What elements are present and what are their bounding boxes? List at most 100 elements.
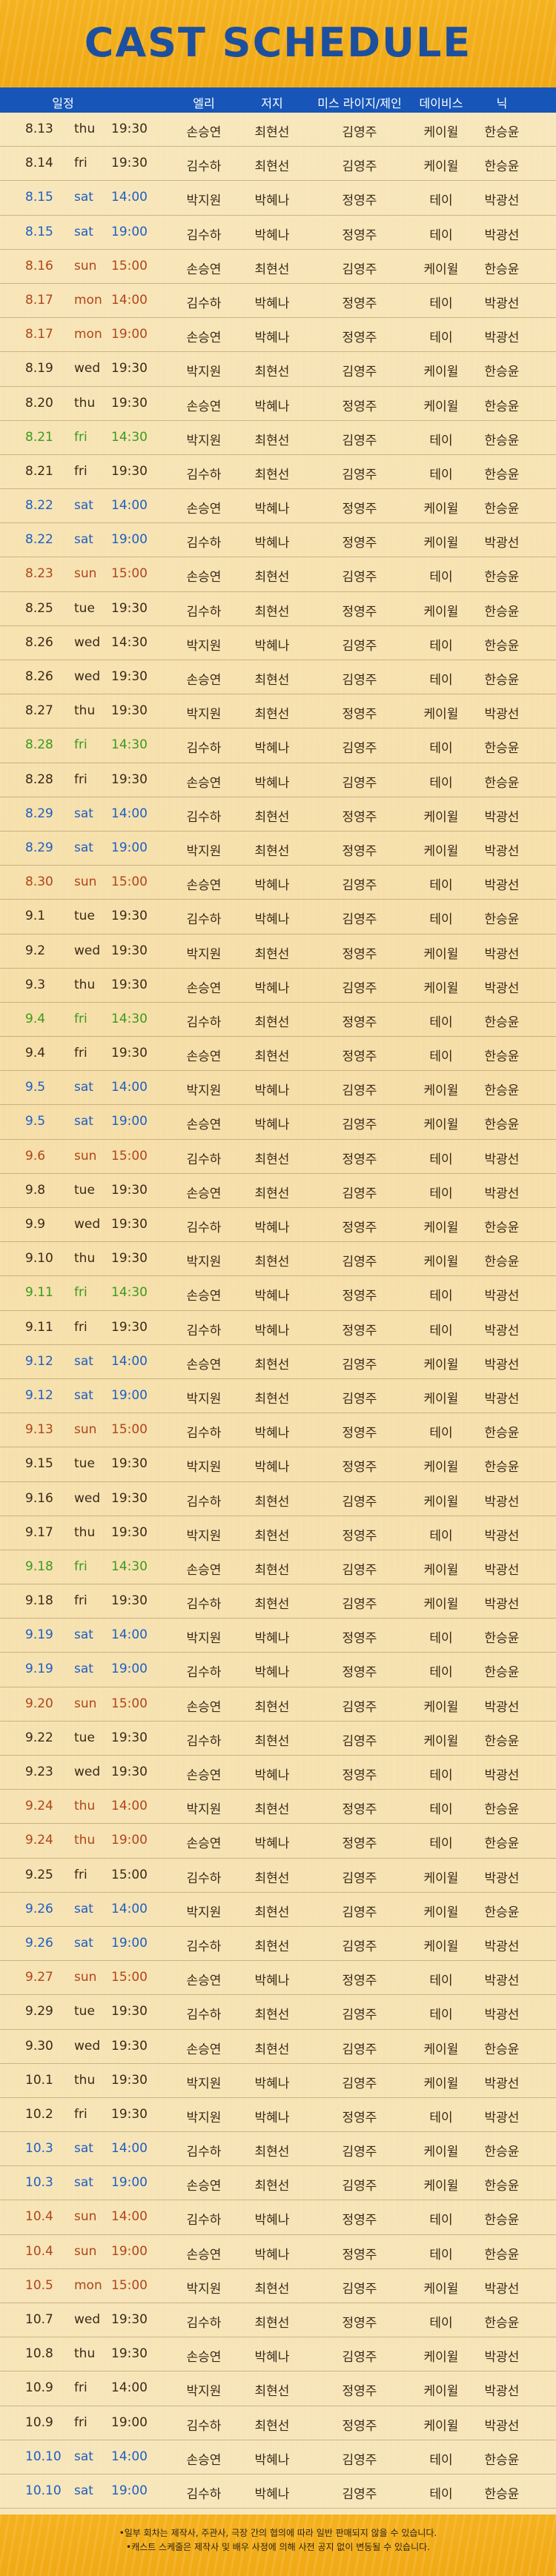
day: thu [74, 395, 96, 411]
miss-rizzy-jane-cast: 정영주 [342, 2110, 377, 2125]
nick-cast: 한승윤 [484, 159, 520, 175]
schedule-row: 8.21 fri 14:30 박지원 최현선 김영주 테이 한승윤 [0, 421, 556, 455]
miss-rizzy-jane-cast: 김영주 [342, 2281, 377, 2297]
nick-cast: 한승윤 [484, 433, 520, 448]
nick-cast: 한승윤 [484, 1083, 520, 1099]
schedule-row: 9.17 thu 19:30 박지원 최현선 정영주 테이 박광선 [0, 1516, 556, 1550]
judge-cast: 박혜나 [254, 2110, 290, 2125]
date: 10.4 [25, 2209, 53, 2225]
judge-cast: 박혜나 [254, 912, 290, 928]
date: 9.5 [25, 1114, 46, 1129]
miss-rizzy-jane-cast: 김영주 [342, 673, 377, 688]
day: fri [74, 737, 87, 753]
day: tue [74, 1182, 95, 1198]
judge-cast: 최현선 [254, 809, 290, 825]
schedule-row: 9.23 wed 19:30 손승연 박혜나 정영주 테이 박광선 [0, 1756, 556, 1790]
miss-rizzy-jane-cast: 정영주 [342, 228, 377, 243]
schedule-row: 8.28 fri 19:30 손승연 박혜나 김영주 테이 한승윤 [0, 763, 556, 797]
miss-rizzy-jane-cast: 정영주 [342, 296, 377, 311]
miss-rizzy-jane-cast: 정영주 [342, 1049, 377, 1065]
time: 14:30 [111, 737, 148, 753]
judge-cast: 최현선 [254, 1528, 290, 1544]
col-nick: 닉 [496, 96, 508, 110]
cast-schedule-page: CAST SCHEDULE 일정 엘리 저지 미스 라이지/제인 데이비스 닉 … [0, 0, 556, 2576]
judge-cast: 최현선 [254, 1049, 290, 1065]
judge-cast: 박혜나 [254, 502, 290, 517]
nick-cast: 박광선 [484, 707, 520, 723]
judge-cast: 최현선 [254, 1255, 290, 1270]
judge-cast: 최현선 [254, 2418, 290, 2434]
time: 15:00 [111, 1422, 148, 1438]
miss-rizzy-jane-cast: 김영주 [342, 1597, 377, 1613]
day: wed [74, 669, 101, 684]
nick-cast: 박광선 [484, 1870, 520, 1886]
day: mon [74, 327, 102, 342]
judge-cast: 최현선 [254, 2384, 290, 2400]
date: 8.29 [25, 806, 53, 821]
nick-cast: 한승윤 [484, 741, 520, 757]
day: sat [74, 498, 93, 514]
miss-rizzy-jane-cast: 정영주 [342, 843, 377, 859]
judge-cast: 박혜나 [254, 741, 290, 757]
nick-cast: 한승윤 [484, 570, 520, 585]
day: mon [74, 292, 102, 308]
day: sun [74, 1696, 97, 1711]
miss-rizzy-jane-cast: 김영주 [342, 1733, 377, 1749]
nick-cast: 박광선 [484, 878, 520, 894]
miss-rizzy-jane-cast: 김영주 [342, 125, 377, 140]
judge-cast: 박혜나 [254, 2486, 290, 2502]
judge-cast: 박혜나 [254, 1221, 290, 1235]
time: 19:00 [111, 1833, 148, 1848]
miss-rizzy-jane-cast: 정영주 [342, 193, 377, 209]
nick-cast: 박광선 [484, 1391, 520, 1407]
schedule-row: 9.26 sat 19:00 김수하 최현선 김영주 케이윌 박광선 [0, 1927, 556, 1962]
judge-cast: 최현선 [254, 604, 290, 620]
day: fri [74, 429, 87, 445]
day: sat [74, 190, 93, 205]
time: 14:00 [111, 1901, 148, 1916]
time: 19:00 [111, 2175, 148, 2191]
time: 19:00 [111, 2414, 148, 2430]
nick-cast: 한승윤 [484, 2486, 520, 2502]
judge-cast: 박혜나 [254, 775, 290, 791]
day: fri [74, 1319, 87, 1335]
schedule-row: 9.22 tue 19:30 김수하 최현선 김영주 케이윌 한승윤 [0, 1722, 556, 1756]
miss-rizzy-jane-cast: 정영주 [342, 2247, 377, 2263]
nick-cast: 박광선 [484, 1768, 520, 1783]
miss-rizzy-jane-cast: 김영주 [342, 1391, 377, 1407]
time: 19:30 [111, 1251, 148, 1267]
day: sun [74, 258, 97, 273]
day: mon [74, 2277, 102, 2293]
nick-cast: 박광선 [484, 296, 520, 311]
day: fri [74, 156, 87, 171]
day: fri [74, 1011, 87, 1026]
schedule-row: 10.4 sun 14:00 김수하 박혜나 정영주 테이 한승윤 [0, 2200, 556, 2235]
date: 9.4 [25, 1046, 46, 1061]
time: 19:30 [111, 395, 148, 411]
schedule-table: 8.13 thu 19:30 손승연 최현선 김영주 케이윌 한승윤 8.14 fri 19:30 김… [0, 113, 556, 2543]
judge-cast: 박혜나 [254, 1460, 290, 1475]
day: sat [74, 2175, 93, 2191]
time: 15:00 [111, 1696, 148, 1711]
date: 8.19 [25, 361, 53, 376]
date: 8.22 [25, 498, 53, 514]
miss-rizzy-jane-cast: 김영주 [342, 1699, 377, 1715]
col-schedule: 일정 [52, 96, 74, 110]
nick-cast: 박광선 [484, 2384, 520, 2400]
day: fri [74, 463, 87, 479]
date: 9.22 [25, 1730, 53, 1745]
schedule-row: 8.17 mon 19:00 손승연 박혜나 정영주 테이 박광선 [0, 318, 556, 353]
nick-cast: 한승윤 [484, 125, 520, 140]
schedule-row: 9.18 fri 19:30 김수하 최현선 김영주 케이윌 박광선 [0, 1584, 556, 1619]
nick-cast: 박광선 [484, 946, 520, 962]
schedule-row: 8.20 thu 19:30 손승연 박혜나 정영주 케이윌 한승윤 [0, 387, 556, 421]
nick-cast: 한승윤 [484, 2179, 520, 2194]
day: sat [74, 1935, 93, 1951]
date: 10.10 [25, 2449, 62, 2464]
date: 8.27 [25, 703, 53, 719]
miss-rizzy-jane-cast: 김영주 [342, 741, 377, 757]
miss-rizzy-jane-cast: 김영주 [342, 365, 377, 380]
schedule-row: 10.9 fri 19:00 김수하 최현선 정영주 케이윌 박광선 [0, 2406, 556, 2440]
date: 9.17 [25, 1524, 53, 1540]
date: 8.17 [25, 292, 53, 308]
